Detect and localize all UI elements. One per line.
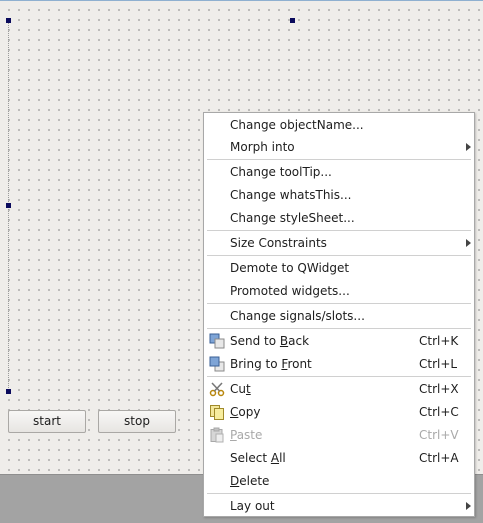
- menu-separator: [207, 303, 471, 304]
- start-button[interactable]: start: [8, 410, 86, 433]
- menu-item-label: Cut: [230, 382, 251, 396]
- menu-item-label: Copy: [230, 405, 261, 419]
- stop-button[interactable]: stop: [98, 410, 176, 433]
- menu-item-demote-to-qwidget[interactable]: Demote to QWidget: [204, 257, 474, 279]
- submenu-arrow-icon: [466, 143, 471, 151]
- menu-item-change-signals-slots[interactable]: Change signals/slots...: [204, 305, 474, 327]
- menu-item-label: Change whatsThis...: [230, 188, 352, 202]
- menu-item-label: Promoted widgets...: [230, 284, 350, 298]
- menu-separator: [207, 230, 471, 231]
- menu-separator: [207, 376, 471, 377]
- resize-handle-top-left[interactable]: [6, 18, 11, 23]
- menu-item-label: Paste: [230, 428, 263, 442]
- resize-handle-bottom-left[interactable]: [6, 389, 11, 394]
- menu-separator: [207, 328, 471, 329]
- menu-item-label: Change objectName...: [230, 118, 364, 132]
- bring-to-front-icon: [209, 356, 225, 372]
- menu-item-bring-to-front[interactable]: Bring to Front Ctrl+L: [204, 353, 474, 375]
- menu-item-label: Change toolTip...: [230, 165, 332, 179]
- context-menu: Change objectName... Morph into Change t…: [203, 112, 475, 517]
- shortcut-label: Ctrl+A: [419, 451, 459, 465]
- menu-item-change-stylesheet[interactable]: Change styleSheet...: [204, 207, 474, 229]
- resize-handle-top[interactable]: [290, 18, 295, 23]
- menu-item-label: Size Constraints: [230, 236, 327, 250]
- menu-item-label: Delete: [230, 474, 270, 488]
- menu-item-label: Bring to Front: [230, 357, 312, 371]
- menu-item-lay-out[interactable]: Lay out: [204, 495, 474, 517]
- menu-item-label: Change signals/slots...: [230, 309, 365, 323]
- menu-separator: [207, 493, 471, 494]
- submenu-arrow-icon: [466, 239, 471, 247]
- shortcut-label: Ctrl+C: [419, 405, 459, 419]
- menu-item-promoted-widgets[interactable]: Promoted widgets...: [204, 280, 474, 302]
- menu-item-send-to-back[interactable]: Send to Back Ctrl+K: [204, 330, 474, 352]
- menu-item-delete[interactable]: Delete: [204, 470, 474, 492]
- shortcut-label: Ctrl+K: [419, 334, 459, 348]
- menu-item-size-constraints[interactable]: Size Constraints: [204, 232, 474, 254]
- menu-item-label: Send to Back: [230, 334, 310, 348]
- submenu-arrow-icon: [466, 502, 471, 510]
- menu-item-label: Morph into: [230, 140, 295, 154]
- menu-item-morph-into[interactable]: Morph into: [204, 136, 474, 158]
- copy-icon: [210, 405, 224, 420]
- menu-item-change-object-name[interactable]: Change objectName...: [204, 114, 474, 136]
- menu-item-copy[interactable]: Copy Ctrl+C: [204, 401, 474, 423]
- shortcut-label: Ctrl+L: [419, 357, 458, 371]
- menu-item-paste: Paste Ctrl+V: [204, 424, 474, 446]
- menu-item-label: Change styleSheet...: [230, 211, 355, 225]
- menu-item-label: Lay out: [230, 499, 275, 513]
- menu-item-change-whats-this[interactable]: Change whatsThis...: [204, 184, 474, 206]
- send-to-back-icon: [209, 333, 225, 349]
- resize-handle-left[interactable]: [6, 203, 11, 208]
- menu-item-select-all[interactable]: Select All Ctrl+A: [204, 447, 474, 469]
- menu-item-label: Select All: [230, 451, 286, 465]
- menu-item-cut[interactable]: Cut Ctrl+X: [204, 378, 474, 400]
- paste-icon: [210, 427, 224, 443]
- menu-separator: [207, 159, 471, 160]
- shortcut-label: Ctrl+X: [419, 382, 459, 396]
- shortcut-label: Ctrl+V: [419, 428, 459, 442]
- canvas-top-border: [0, 0, 483, 1]
- scissors-icon: [209, 382, 225, 397]
- menu-item-change-tooltip[interactable]: Change toolTip...: [204, 161, 474, 183]
- menu-separator: [207, 255, 471, 256]
- menu-item-label: Demote to QWidget: [230, 261, 350, 275]
